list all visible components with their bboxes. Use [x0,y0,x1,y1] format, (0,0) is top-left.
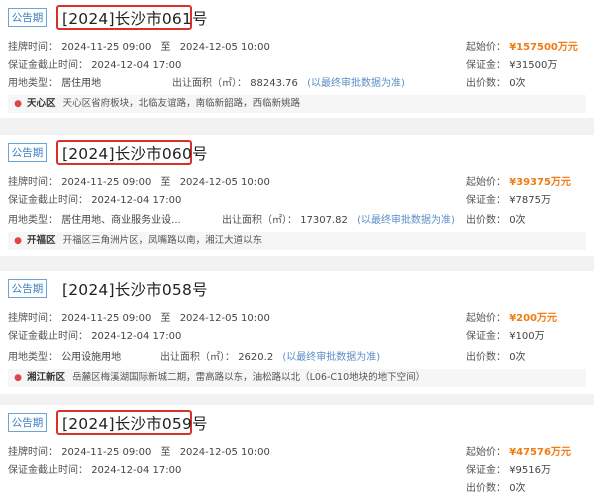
area-label: 出让面积（㎡）： [160,352,235,363]
location-text: 天心区省府板块，北临友谊路，南临新韶路，西临新姚路 [62,98,301,109]
status-badge: 公告期 [8,8,47,27]
district-name: 天心区 [27,98,56,109]
location-bar: ● 开福区 开福区三角洲片区，凤嘴路以南，湘江大道以东 [8,232,586,250]
land-use-label: 用地类型： [8,215,58,226]
listing-card[interactable]: 公告期 [2024]长沙市061号 挂牌时间： 2024-11-25 09:00… [0,0,594,118]
bids-label: 出价数： [466,352,506,363]
area-value: 88243.76 [250,78,298,89]
listing-title[interactable]: [2024]长沙市058号 [62,278,208,300]
deposit-deadline-label: 保证金截止时间： [8,195,88,206]
deposit-deadline-label: 保证金截止时间： [8,465,88,476]
listing-title[interactable]: [2024]长沙市059号 [62,412,208,434]
listing-title[interactable]: [2024]长沙市061号 [62,7,208,29]
location-bar: ● 天心区 天心区省府板块，北临友谊路，南临新韶路，西临新姚路 [8,95,586,113]
area-value: 2620.2 [238,352,274,363]
start-price: ¥39375万元 [509,177,571,188]
listing-title[interactable]: [2024]长沙市060号 [62,142,208,164]
listing-time-label: 挂牌时间： [8,42,58,53]
listing-time-label: 挂牌时间： [8,177,58,188]
start-price: ¥157500万元 [509,42,578,53]
start-time: 2024-11-25 09:00 [61,447,152,458]
deposit-label: 保证金： [466,465,506,476]
end-time: 2024-12-05 10:00 [179,447,270,458]
area-label: 出让面积（㎡）： [222,215,297,226]
status-badge: 公告期 [8,279,47,298]
listing-time-label: 挂牌时间： [8,447,58,458]
bids-label: 出价数： [466,215,506,226]
deposit-deadline: 2024-12-04 17:00 [91,60,182,71]
bid-count: 0次 [509,483,526,494]
to-label: 至 [160,313,171,324]
area-value: 17307.82 [300,215,348,226]
deposit-label: 保证金： [466,60,506,71]
land-use-label: 用地类型： [8,78,58,89]
bids-label: 出价数： [466,78,506,89]
status-badge: 公告期 [8,413,47,432]
location-text: 开福区三角洲片区，凤嘴路以南，湘江大道以东 [62,235,263,246]
status-badge: 公告期 [8,143,47,162]
listing-card[interactable]: 公告期 [2024]长沙市060号 挂牌时间： 2024-11-25 09:00… [0,135,594,256]
deposit-deadline-label: 保证金截止时间： [8,60,88,71]
deposit-label: 保证金： [466,331,506,342]
deposit-amount: ¥7875万 [509,195,551,206]
start-time: 2024-11-25 09:00 [61,42,152,53]
listing-card[interactable]: 公告期 [2024]长沙市058号 挂牌时间： 2024-11-25 09:00… [0,271,594,394]
land-use-label: 用地类型： [8,352,58,363]
start-price-label: 起始价： [466,313,506,324]
end-time: 2024-12-05 10:00 [179,177,270,188]
start-price-label: 起始价： [466,42,506,53]
start-price: ¥47576万元 [509,447,571,458]
location-pin-icon: ● [14,236,22,246]
end-time: 2024-12-05 10:00 [179,313,270,324]
deposit-amount: ¥100万 [509,331,545,342]
start-price-label: 起始价： [466,177,506,188]
district-name: 湘江新区 [27,372,66,383]
location-pin-icon: ● [14,99,22,109]
location-bar: ● 湘江新区 岳麓区梅溪湖国际新城二期，雷高路以东，油松路以北（L06-C10地… [8,369,586,387]
listing-card[interactable]: 公告期 [2024]长沙市059号 挂牌时间： 2024-11-25 09:00… [0,405,594,495]
deposit-deadline: 2024-12-04 17:00 [91,195,182,206]
area-note: (以最终审批数据为准) [307,78,405,89]
end-time: 2024-12-05 10:00 [179,42,270,53]
deposit-amount: ¥9516万 [509,465,551,476]
bid-count: 0次 [509,352,526,363]
to-label: 至 [160,177,171,188]
location-text: 岳麓区梅溪湖国际新城二期，雷高路以东，油松路以北（L06-C10地块的地下空间） [72,372,426,383]
deposit-deadline-label: 保证金截止时间： [8,331,88,342]
deposit-label: 保证金： [466,195,506,206]
start-price: ¥200万元 [509,313,558,324]
land-use: 公用设施用地 [61,352,122,363]
to-label: 至 [160,447,171,458]
start-time: 2024-11-25 09:00 [61,313,152,324]
listing-time-label: 挂牌时间： [8,313,58,324]
land-use: 居住用地、商业服务业设... [61,215,181,226]
district-name: 开福区 [27,235,56,246]
area-note: (以最终审批数据为准) [357,215,455,226]
start-time: 2024-11-25 09:00 [61,177,152,188]
start-price-label: 起始价： [466,447,506,458]
area-note: (以最终审批数据为准) [282,352,381,363]
bid-count: 0次 [509,78,526,89]
deposit-deadline: 2024-12-04 17:00 [91,331,182,342]
bid-count: 0次 [509,215,526,226]
bids-label: 出价数： [466,483,506,494]
deposit-deadline: 2024-12-04 17:00 [91,465,182,476]
deposit-amount: ¥31500万 [509,60,558,71]
to-label: 至 [160,42,171,53]
area-label: 出让面积（㎡）： [172,78,247,89]
location-pin-icon: ● [14,373,22,383]
land-use: 居住用地 [61,78,102,89]
